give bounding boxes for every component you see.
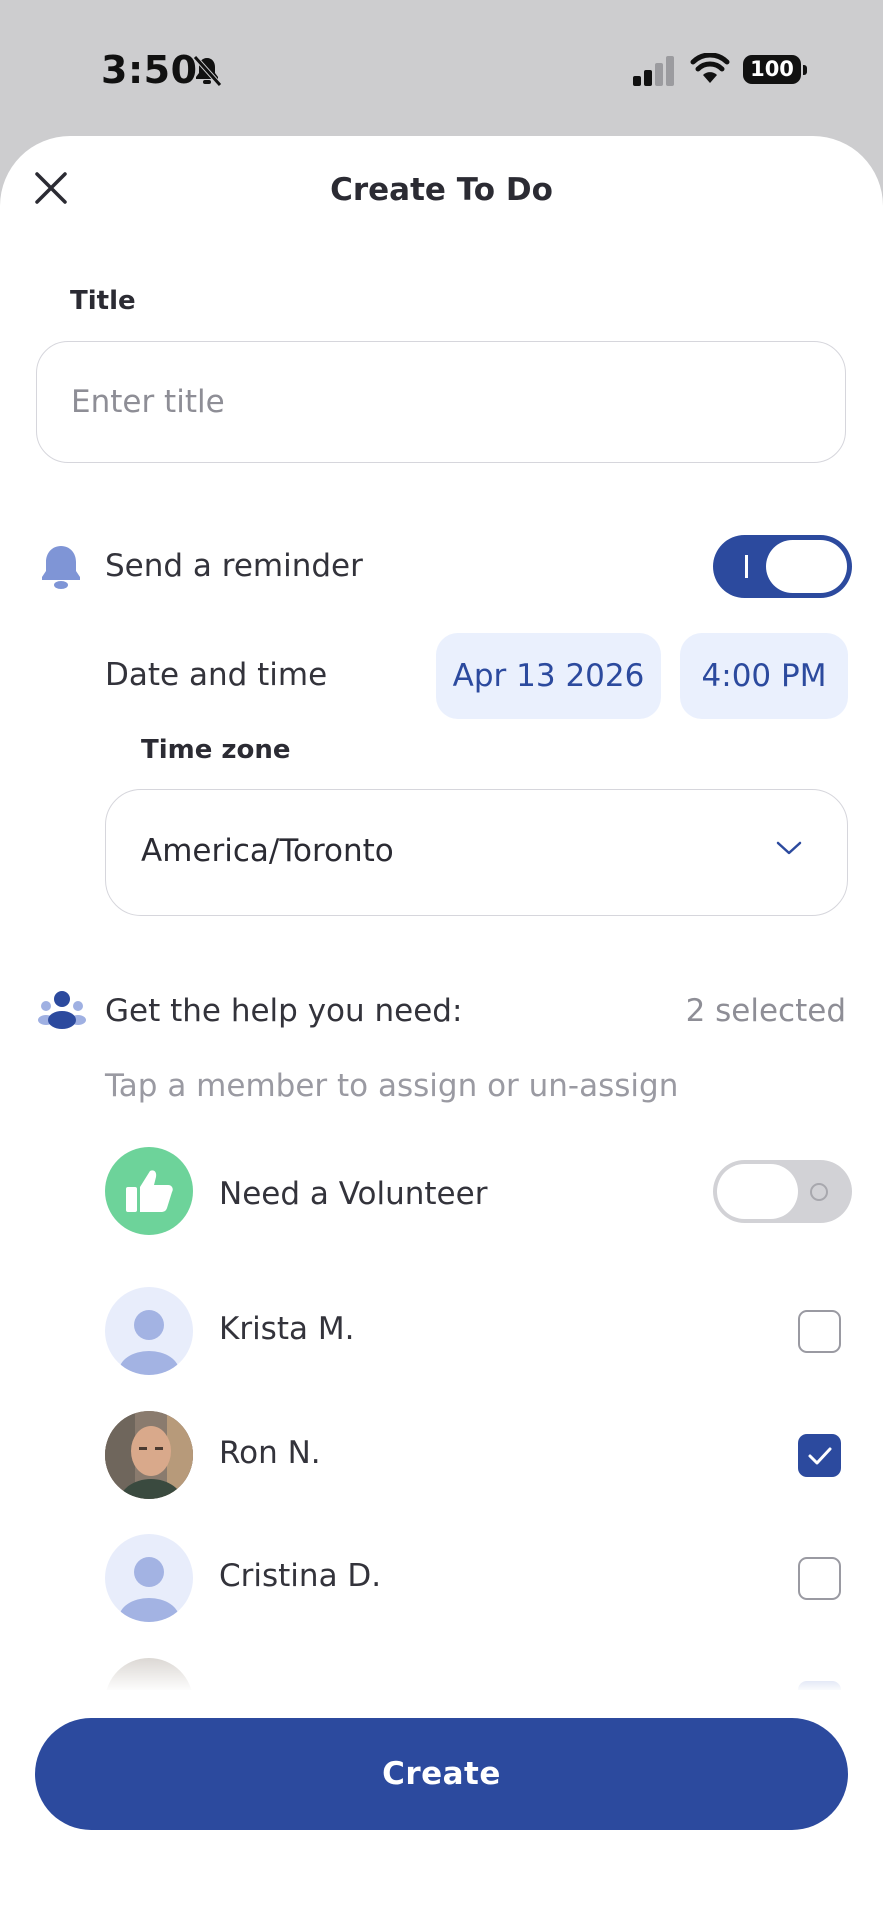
wifi-icon [690, 53, 730, 83]
member-checkbox[interactable] [798, 1310, 841, 1353]
create-button[interactable]: Create [35, 1718, 848, 1830]
need-volunteer-toggle[interactable] [713, 1160, 852, 1223]
user-placeholder-icon [119, 1557, 179, 1622]
time-zone-value: America/Toronto [141, 833, 394, 869]
checkmark-icon [808, 1447, 831, 1464]
avatar [105, 1287, 193, 1375]
chevron-down-icon [776, 841, 802, 855]
member-name: Ron N. [219, 1435, 321, 1471]
member-row-cristina[interactable]: Cristina D. [0, 1528, 883, 1628]
member-row-krista[interactable]: Krista M. [0, 1281, 883, 1381]
status-bar: 3:50 100 [0, 0, 883, 136]
bell-icon [42, 546, 80, 589]
battery-indicator: 100 [743, 55, 807, 84]
title-input[interactable] [36, 341, 846, 463]
assign-hint: Tap a member to assign or un-assign [105, 1068, 679, 1104]
silent-bell-icon [193, 55, 222, 87]
cellular-signal-icon [633, 56, 674, 86]
avatar [105, 1411, 193, 1499]
volunteer-badge [105, 1147, 193, 1235]
send-reminder-label: Send a reminder [105, 548, 363, 584]
title-label: Title [70, 286, 136, 316]
member-checkbox[interactable] [798, 1557, 841, 1600]
send-reminder-toggle[interactable] [713, 535, 852, 598]
user-placeholder-icon [119, 1310, 179, 1375]
need-volunteer-label: Need a Volunteer [219, 1176, 488, 1212]
selected-count: 2 selected [685, 993, 846, 1029]
people-icon [38, 991, 86, 1029]
member-name: Cristina D. [219, 1558, 382, 1594]
member-checkbox[interactable] [798, 1434, 841, 1477]
avatar [105, 1534, 193, 1622]
list-fade [0, 1640, 883, 1692]
user-photo [105, 1411, 193, 1499]
page-title: Create To Do [330, 172, 553, 208]
date-picker-button[interactable]: Apr 13 2026 [436, 633, 661, 719]
time-zone-select[interactable]: America/Toronto [105, 789, 848, 916]
member-row-ron[interactable]: Ron N. [0, 1405, 883, 1505]
time-zone-label: Time zone [141, 735, 291, 765]
date-time-label: Date and time [105, 657, 328, 693]
time-picker-button[interactable]: 4:00 PM [680, 633, 848, 719]
help-label: Get the help you need: [105, 993, 463, 1029]
status-time: 3:50 [101, 48, 198, 92]
member-name: Krista M. [219, 1311, 355, 1347]
thumbs-up-icon [126, 1170, 173, 1212]
